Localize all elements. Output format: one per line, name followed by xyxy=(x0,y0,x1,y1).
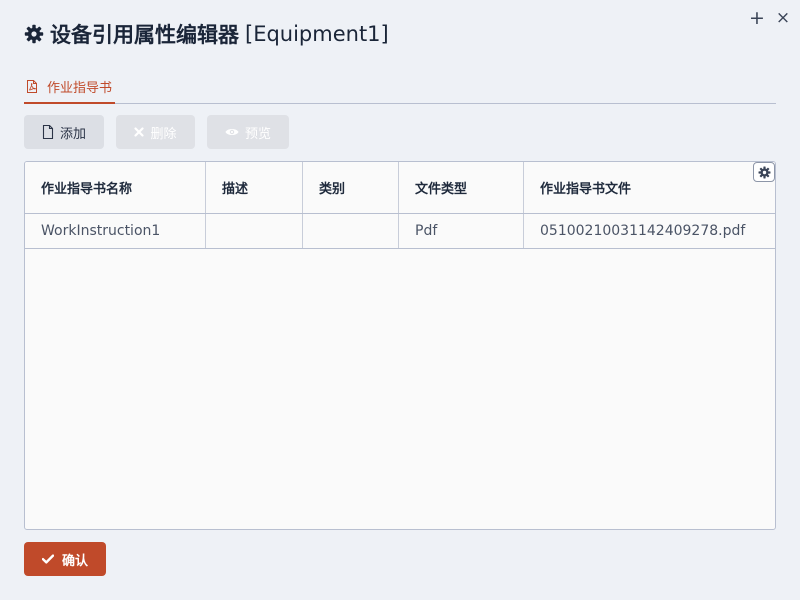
table-header: 作业指导书名称 描述 类别 文件类型 作业指导书文件 xyxy=(25,162,775,214)
preview-label: 预览 xyxy=(244,126,271,142)
confirm-label: 确认 xyxy=(61,553,88,569)
add-label: 添加 xyxy=(59,126,86,142)
delete-button[interactable]: 删除 xyxy=(116,115,195,149)
eye-icon xyxy=(225,127,239,137)
gear-icon xyxy=(24,24,44,44)
column-header-file[interactable]: 作业指导书文件 xyxy=(524,162,775,213)
tab-bar: 作业指导书 xyxy=(24,70,776,104)
table-row[interactable]: WorkInstruction1 Pdf 0510021003114240927… xyxy=(25,214,775,249)
column-header-description[interactable]: 描述 xyxy=(206,162,303,213)
cell-category xyxy=(303,214,399,248)
pdf-file-icon xyxy=(26,79,38,93)
check-icon xyxy=(41,554,54,564)
delete-label: 删除 xyxy=(150,126,177,142)
preview-button[interactable]: 预览 xyxy=(207,115,289,149)
title-text: 设备引用属性编辑器 xyxy=(50,23,239,47)
column-header-file-type[interactable]: 文件类型 xyxy=(399,162,524,213)
cross-icon xyxy=(134,127,145,137)
cell-file-type: Pdf xyxy=(399,214,524,248)
maximize-button[interactable]: + xyxy=(747,6,767,30)
cell-name: WorkInstruction1 xyxy=(25,214,206,248)
tab-work-instruction[interactable]: 作业指导书 xyxy=(24,70,115,104)
column-settings-button[interactable] xyxy=(753,162,775,182)
tab-label: 作业指导书 xyxy=(47,80,113,96)
gear-icon xyxy=(758,166,771,179)
column-header-name[interactable]: 作业指导书名称 xyxy=(25,162,206,213)
file-icon xyxy=(42,125,54,139)
add-button[interactable]: 添加 xyxy=(24,115,104,149)
work-instruction-table: 作业指导书名称 描述 类别 文件类型 作业指导书文件 WorkInstructi… xyxy=(24,161,776,530)
cell-description xyxy=(206,214,303,248)
title-subject: [Equipment1] xyxy=(245,22,389,46)
close-button[interactable]: × xyxy=(773,6,793,30)
dialog-title: 设备引用属性编辑器 [Equipment1] xyxy=(24,19,389,49)
column-header-category[interactable]: 类别 xyxy=(303,162,399,213)
cell-file: 05100210031142409278.pdf xyxy=(540,223,746,239)
confirm-button[interactable]: 确认 xyxy=(24,542,106,576)
